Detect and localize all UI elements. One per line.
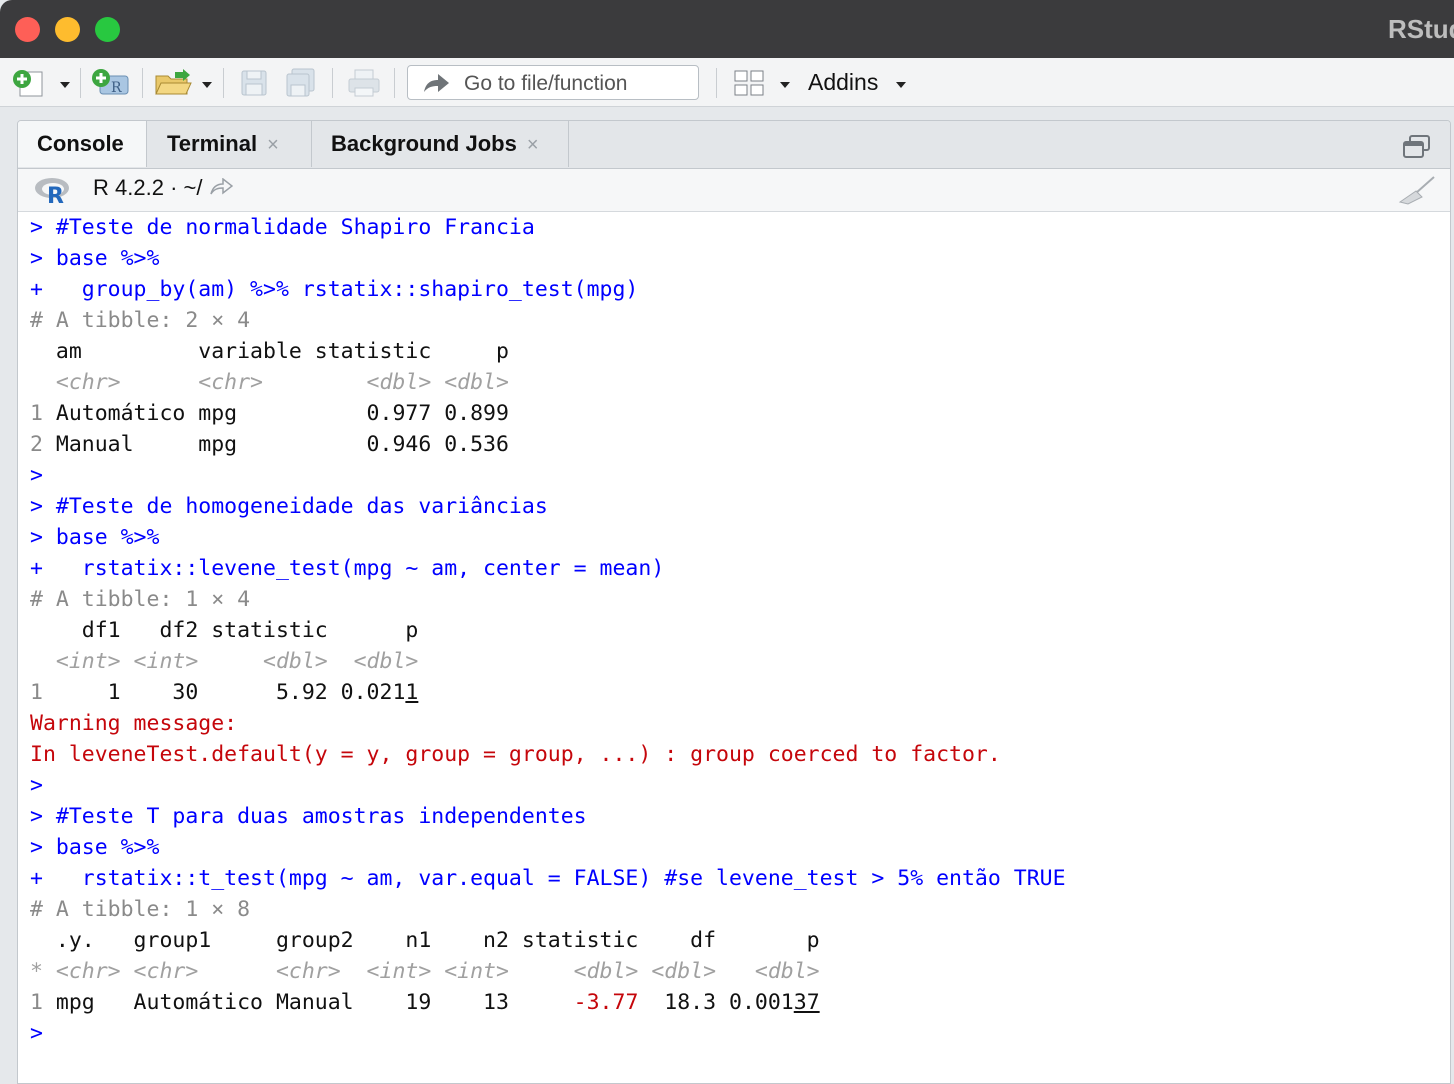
console-line: > #Teste de normalidade Shapiro Francia [30, 215, 535, 240]
console-output[interactable]: > #Teste de normalidade Shapiro Francia … [30, 212, 1440, 1049]
zoom-window-button[interactable] [95, 17, 120, 42]
toolbar-separator [223, 68, 224, 98]
pane-layout-dropdown-caret[interactable] [780, 82, 790, 88]
pane-layout-icon[interactable] [733, 69, 765, 97]
close-tab-terminal-icon[interactable]: × [267, 134, 279, 156]
save-all-icon[interactable] [284, 68, 318, 98]
row-values: Automático mpg 0.977 0.899 [42, 401, 509, 426]
tab-background-jobs-label: Background Jobs [331, 131, 517, 156]
toolbar-separator [332, 68, 333, 98]
go-to-arrow-icon [424, 74, 449, 92]
console-line: # A tibble: 1 × 8 [30, 897, 251, 922]
console-pane: Console Terminal × Background Jobs × R R 4… [17, 120, 1451, 1084]
row-values: Manual mpg 0.946 0.536 [42, 432, 509, 457]
go-to-file-placeholder: Go to file/function [464, 72, 628, 95]
r-version: R 4.2.2 [93, 175, 164, 200]
minimize-window-button[interactable] [55, 17, 80, 42]
tab-console[interactable]: Console [18, 121, 146, 167]
open-dropdown-caret[interactable] [202, 82, 212, 88]
console-line: 1 1 30 5.92 0.0211 [30, 677, 1440, 708]
go-to-directory-arrow-icon[interactable] [209, 177, 233, 196]
main-toolbar: R Go to file/function Addins [0, 58, 1454, 107]
tab-background-jobs[interactable]: Background Jobs × [312, 121, 568, 167]
console-line: .y. group1 group2 n1 n2 statistic df p [30, 928, 820, 953]
row-number: 2 [30, 432, 43, 457]
console-line: 1 Automático mpg 0.977 0.899 [30, 398, 1440, 429]
console-path-bar: R R 4.2.2 · ~/ [18, 169, 1450, 212]
close-window-button[interactable] [15, 17, 40, 42]
row-values: 1 30 5.92 0.021 [42, 680, 406, 705]
console-line: # A tibble: 2 × 4 [30, 308, 251, 333]
console-line: > base %>% [30, 835, 160, 860]
tab-console-label: Console [37, 131, 124, 156]
warning-line: Warning message: [30, 711, 238, 736]
r-logo-icon: R [35, 178, 69, 204]
toolbar-separator [142, 68, 143, 98]
row-values: 18.3 0.001 [638, 990, 794, 1015]
print-icon[interactable] [347, 68, 381, 98]
go-to-file-function-input[interactable]: Go to file/function [407, 65, 699, 100]
svg-text:R: R [111, 80, 122, 96]
addins-dropdown-caret[interactable] [896, 82, 906, 88]
addins-menu[interactable]: Addins [808, 69, 878, 96]
console-line: > base %>% [30, 525, 160, 550]
tab-terminal[interactable]: Terminal × [147, 121, 311, 167]
toolbar-separator [80, 68, 81, 98]
row-number: * [30, 959, 43, 984]
pane-tab-bar: Console Terminal × Background Jobs × [18, 121, 1450, 169]
clear-console-broom-icon[interactable] [1398, 175, 1438, 205]
open-folder-icon[interactable] [153, 68, 195, 98]
console-line: <chr> <chr> <dbl> <dbl> [30, 370, 509, 395]
console-header-info: R 4.2.2 · ~/ [93, 175, 233, 201]
maximize-pane-icon[interactable] [1402, 134, 1432, 160]
console-line: df1 df2 statistic p [30, 618, 419, 643]
close-tab-background-jobs-icon[interactable]: × [527, 134, 539, 156]
row-values-underlined-digit: 1 [405, 680, 419, 705]
console-line: * <chr> <chr> <chr> <int> <int> <dbl> <d… [30, 956, 1440, 987]
console-line: + group_by(am) %>% rstatix::shapiro_test… [30, 277, 639, 302]
console-line: 1 mpg Automático Manual 19 13 -3.77 18.3… [30, 987, 1440, 1018]
console-line: + rstatix::t_test(mpg ~ am, var.equal = … [30, 866, 1066, 891]
new-project-icon[interactable]: R [91, 68, 131, 98]
console-line: > base %>% [30, 246, 160, 271]
save-icon[interactable] [239, 68, 269, 98]
console-line: <int> <int> <dbl> <dbl> [30, 649, 419, 674]
row-values-underlined-digits: 37 [793, 990, 820, 1015]
console-line: am variable statistic p [30, 339, 509, 364]
warning-line: In leveneTest.default(y = y, group = gro… [30, 742, 1001, 767]
window-title: RStudio [1388, 14, 1454, 44]
svg-text:R: R [47, 184, 64, 204]
addins-label: Addins [808, 69, 879, 95]
row-number: 1 [30, 990, 43, 1015]
new-file-dropdown-caret[interactable] [60, 82, 70, 88]
console-line: 2 Manual mpg 0.946 0.536 [30, 429, 1440, 460]
negative-statistic: -3.77 [573, 990, 639, 1015]
new-file-icon[interactable] [12, 68, 46, 98]
tab-terminal-label: Terminal [167, 131, 258, 156]
console-line: + rstatix::levene_test(mpg ~ am, center … [30, 556, 665, 581]
console-prompt: > [30, 463, 43, 488]
console-line: > #Teste T para duas amostras independen… [30, 804, 587, 829]
row-number: 1 [30, 680, 43, 705]
header-separator: · [170, 175, 178, 200]
window-titlebar: RStudio [0, 0, 1454, 58]
toolbar-separator [394, 68, 395, 98]
console-input-prompt[interactable]: > [30, 1018, 1440, 1049]
row-values: mpg Automático Manual 19 13 [42, 990, 574, 1015]
toolbar-separator [716, 68, 717, 98]
tab-separator [568, 121, 569, 167]
row-types: <chr> <chr> <chr> <int> <int> <dbl> <dbl… [42, 959, 820, 984]
console-line: # A tibble: 1 × 4 [30, 587, 251, 612]
row-number: 1 [30, 401, 43, 426]
working-directory[interactable]: ~/ [184, 175, 203, 200]
console-line: > #Teste de homogeneidade das variâncias [30, 494, 548, 519]
console-prompt: > [30, 773, 43, 798]
